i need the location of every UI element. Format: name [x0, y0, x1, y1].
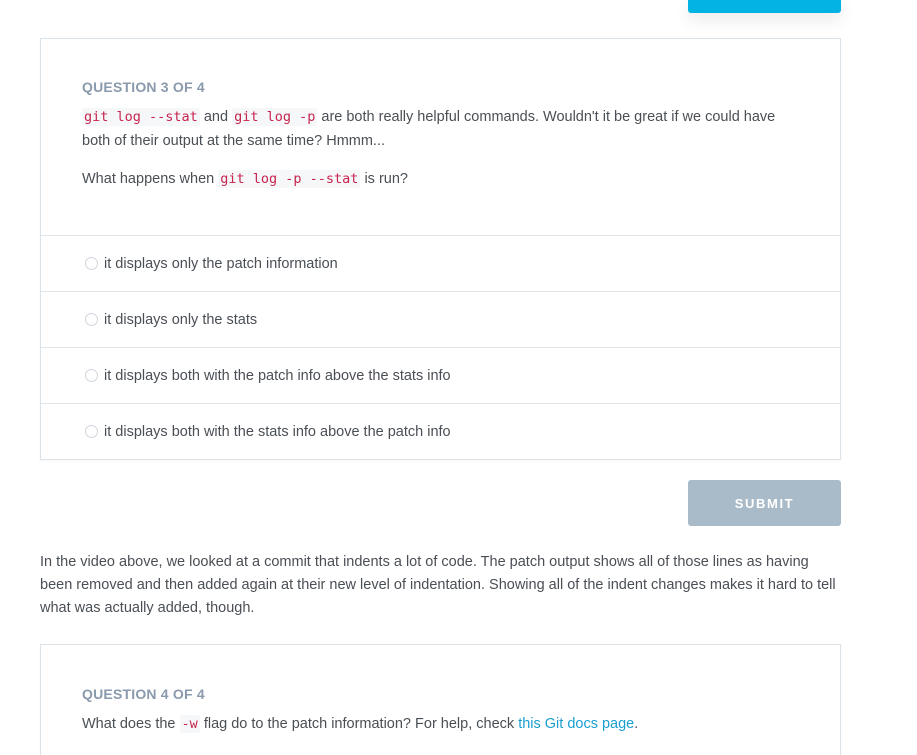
question-prompt: What happens when git log -p --stat is r… [82, 167, 800, 191]
text-before: What does the [82, 716, 176, 732]
lesson-paragraph: In the video above, we looked at a commi… [40, 554, 836, 616]
quiz-card-question-4: QUESTION 4 OF 4 What does the -w flag do… [40, 644, 841, 755]
quiz-card-question-3: QUESTION 3 OF 4 git log --stat and git l… [40, 38, 841, 460]
code-git-log-p: git log -p [232, 108, 318, 126]
radio-button[interactable] [85, 313, 98, 326]
answer-option-label: it displays both with the patch info abo… [104, 367, 451, 384]
question-text: What does the -w flag do to the patch in… [82, 712, 800, 736]
prompt-before: What happens when [82, 171, 215, 187]
text-and: and [203, 109, 229, 125]
submit-button[interactable]: SUBMIT [688, 480, 841, 526]
answer-option-1[interactable]: it displays only the patch information [41, 235, 840, 291]
answer-option-label: it displays both with the stats info abo… [104, 423, 451, 440]
code-git-log-stat: git log --stat [82, 108, 200, 126]
answer-option-label: it displays only the patch information [104, 255, 338, 272]
text-after: . [634, 716, 639, 732]
question-label: QUESTION 4 OF 4 [82, 686, 205, 702]
question-header: QUESTION 4 OF 4 What does the -w flag do… [41, 645, 840, 736]
answer-option-2[interactable]: it displays only the stats [41, 291, 840, 347]
answer-option-4[interactable]: it displays both with the stats info abo… [41, 403, 840, 459]
code-w-flag: -w [179, 715, 200, 733]
question-label: QUESTION 3 OF 4 [82, 79, 205, 95]
code-git-log-p-stat: git log -p --stat [218, 170, 361, 188]
radio-button[interactable] [85, 369, 98, 382]
prompt-after: is run? [364, 171, 408, 187]
question-text: git log --stat and git log -p are both r… [82, 105, 800, 153]
page: QUESTION 3 OF 4 git log --stat and git l… [0, 0, 917, 755]
radio-button[interactable] [85, 257, 98, 270]
git-docs-link[interactable]: this Git docs page [518, 716, 634, 732]
radio-button[interactable] [85, 425, 98, 438]
question-header: QUESTION 3 OF 4 git log --stat and git l… [41, 39, 840, 191]
text-middle: flag do to the patch information? For he… [203, 716, 515, 732]
previous-submit-button[interactable] [688, 0, 841, 13]
answer-options: it displays only the patch information i… [41, 235, 840, 459]
answer-option-label: it displays only the stats [104, 311, 258, 328]
answer-option-3[interactable]: it displays both with the patch info abo… [41, 347, 840, 403]
